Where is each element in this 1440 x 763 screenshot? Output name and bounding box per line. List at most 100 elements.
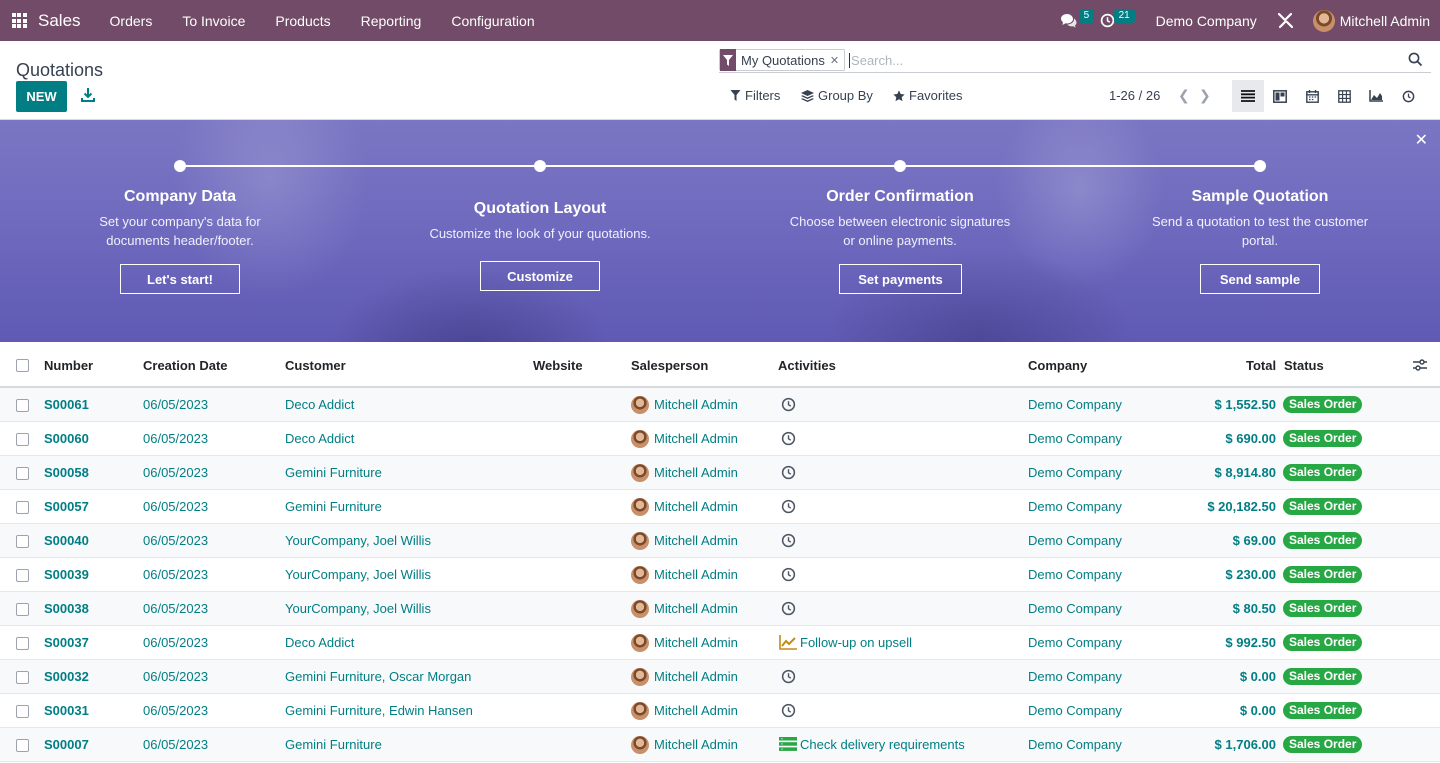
- set-payments-button[interactable]: Set payments: [839, 264, 962, 294]
- quotation-number[interactable]: S00032: [44, 669, 89, 684]
- row-checkbox[interactable]: [16, 637, 29, 650]
- activity-menu[interactable]: 21: [1100, 0, 1144, 41]
- header-company[interactable]: Company: [1028, 358, 1087, 373]
- search-facet[interactable]: My Quotations ✕: [719, 49, 846, 71]
- customer-name: Deco Addict: [285, 397, 355, 412]
- table-row[interactable]: S00058 06/05/2023 Gemini Furniture Mitchell…: [0, 456, 1440, 490]
- activity-clock-icon[interactable]: [781, 465, 796, 483]
- groupby-label: Group By: [818, 88, 873, 103]
- creation-date: 06/05/2023: [143, 499, 209, 514]
- table-row[interactable]: S00007 06/05/2023 Gemini Furniture Mitchell…: [0, 728, 1440, 762]
- quotation-number[interactable]: S00057: [44, 499, 89, 514]
- kanban-view-icon[interactable]: [1264, 80, 1296, 112]
- row-checkbox[interactable]: [16, 603, 29, 616]
- customer-name: YourCompany, Joel Willis: [285, 567, 431, 582]
- activity-summary[interactable]: Check delivery requirements: [800, 737, 965, 752]
- header-total[interactable]: Total: [1246, 358, 1276, 373]
- user-avatar[interactable]: [1312, 9, 1335, 32]
- header-website[interactable]: Website: [533, 358, 583, 373]
- favorites-dropdown[interactable]: Favorites: [893, 88, 962, 103]
- header-customer[interactable]: Customer: [285, 358, 346, 373]
- row-checkbox[interactable]: [16, 705, 29, 718]
- list-view-icon[interactable]: [1232, 80, 1264, 112]
- table-row[interactable]: S00039 06/05/2023 YourCompany, Joel Willis…: [0, 558, 1440, 592]
- menu-orders[interactable]: Orders: [95, 0, 168, 41]
- select-all-checkbox[interactable]: [16, 359, 29, 372]
- search-input[interactable]: [849, 52, 1370, 68]
- activity-clock-icon[interactable]: [781, 397, 796, 415]
- row-checkbox[interactable]: [16, 399, 29, 412]
- user-menu[interactable]: Mitchell Admin: [1340, 13, 1430, 29]
- table-row[interactable]: S00057 06/05/2023 Gemini Furniture Mitchell…: [0, 490, 1440, 524]
- apps-menu-icon[interactable]: [0, 0, 38, 41]
- row-checkbox[interactable]: [16, 501, 29, 514]
- row-checkbox[interactable]: [16, 739, 29, 752]
- groupby-dropdown[interactable]: Group By: [801, 88, 873, 103]
- calendar-view-icon[interactable]: [1296, 80, 1328, 112]
- table-row[interactable]: S00061 06/05/2023 Deco Addict Mitchell Admi…: [0, 388, 1440, 422]
- pager-next-icon[interactable]: ❯: [1199, 87, 1211, 104]
- activity-summary[interactable]: Follow-up on upsell: [800, 635, 912, 650]
- header-activities[interactable]: Activities: [778, 358, 836, 373]
- pager-previous-icon[interactable]: ❮: [1178, 87, 1190, 104]
- header-status[interactable]: Status: [1284, 358, 1324, 373]
- close-banner-icon[interactable]: ✕: [1415, 130, 1428, 150]
- quotation-number[interactable]: S00040: [44, 533, 89, 548]
- total-amount: $ 20,182.50: [1207, 499, 1276, 514]
- table-body: S00061 06/05/2023 Deco Addict Mitchell Admi…: [0, 388, 1440, 762]
- search-icon[interactable]: [1408, 52, 1423, 67]
- activity-clock-icon[interactable]: [781, 567, 796, 585]
- activity-clock-icon[interactable]: [781, 499, 796, 517]
- table-row[interactable]: S00037 06/05/2023 Deco Addict Mitchell Admi…: [0, 626, 1440, 660]
- customize-button[interactable]: Customize: [480, 261, 600, 291]
- table-row[interactable]: S00038 06/05/2023 YourCompany, Joel Willis…: [0, 592, 1440, 626]
- download-icon[interactable]: [81, 87, 95, 103]
- lets-start-button[interactable]: Let's start!: [120, 264, 240, 294]
- quotation-number[interactable]: S00007: [44, 737, 89, 752]
- activity-clock-icon[interactable]: [781, 601, 796, 619]
- graph-view-icon[interactable]: [1360, 80, 1392, 112]
- activity-clock-icon[interactable]: [781, 669, 796, 687]
- menu-to-invoice[interactable]: To Invoice: [167, 0, 260, 41]
- row-checkbox[interactable]: [16, 433, 29, 446]
- app-brand[interactable]: Sales: [38, 11, 81, 31]
- activity-clock-icon[interactable]: [781, 703, 796, 721]
- optional-columns-icon[interactable]: [1413, 359, 1427, 371]
- quotation-number[interactable]: S00039: [44, 567, 89, 582]
- quotation-number[interactable]: S00031: [44, 703, 89, 718]
- status-badge: Sales Order: [1283, 464, 1363, 481]
- quotation-number[interactable]: S00061: [44, 397, 89, 412]
- row-checkbox[interactable]: [16, 569, 29, 582]
- debug-tools-icon[interactable]: [1277, 12, 1295, 30]
- facet-remove-icon[interactable]: ✕: [830, 54, 844, 67]
- table-row[interactable]: S00040 06/05/2023 YourCompany, Joel Willis…: [0, 524, 1440, 558]
- header-number[interactable]: Number: [44, 358, 93, 373]
- send-sample-button[interactable]: Send sample: [1200, 264, 1320, 294]
- filters-dropdown[interactable]: Filters: [730, 88, 780, 103]
- quotation-number[interactable]: S00038: [44, 601, 89, 616]
- messaging-menu[interactable]: 5: [1060, 0, 1100, 41]
- header-creation-date[interactable]: Creation Date: [143, 358, 228, 373]
- company-switcher[interactable]: Demo Company: [1156, 13, 1257, 29]
- row-checkbox[interactable]: [16, 671, 29, 684]
- row-checkbox[interactable]: [16, 467, 29, 480]
- menu-configuration[interactable]: Configuration: [436, 0, 549, 41]
- table-row[interactable]: S00032 06/05/2023 Gemini Furniture, Oscar …: [0, 660, 1440, 694]
- row-checkbox[interactable]: [16, 535, 29, 548]
- quotation-number[interactable]: S00058: [44, 465, 89, 480]
- quotation-number[interactable]: S00060: [44, 431, 89, 446]
- activity-view-icon[interactable]: [1392, 80, 1424, 112]
- activity-clock-icon[interactable]: [781, 533, 796, 551]
- salesperson-name: Mitchell Admin: [654, 601, 738, 616]
- pager-value[interactable]: 1-26 / 26: [1109, 88, 1160, 103]
- new-button[interactable]: NEW: [16, 81, 67, 112]
- header-salesperson[interactable]: Salesperson: [631, 358, 708, 373]
- table-row[interactable]: S00031 06/05/2023 Gemini Furniture, Edwin …: [0, 694, 1440, 728]
- table-row[interactable]: S00060 06/05/2023 Deco Addict Mitchell Admi…: [0, 422, 1440, 456]
- menu-reporting[interactable]: Reporting: [346, 0, 437, 41]
- activity-clock-icon[interactable]: [781, 431, 796, 449]
- table-header: Number Creation Date Customer Website Sa…: [0, 342, 1440, 388]
- menu-products[interactable]: Products: [260, 0, 345, 41]
- quotation-number[interactable]: S00037: [44, 635, 89, 650]
- pivot-view-icon[interactable]: [1328, 80, 1360, 112]
